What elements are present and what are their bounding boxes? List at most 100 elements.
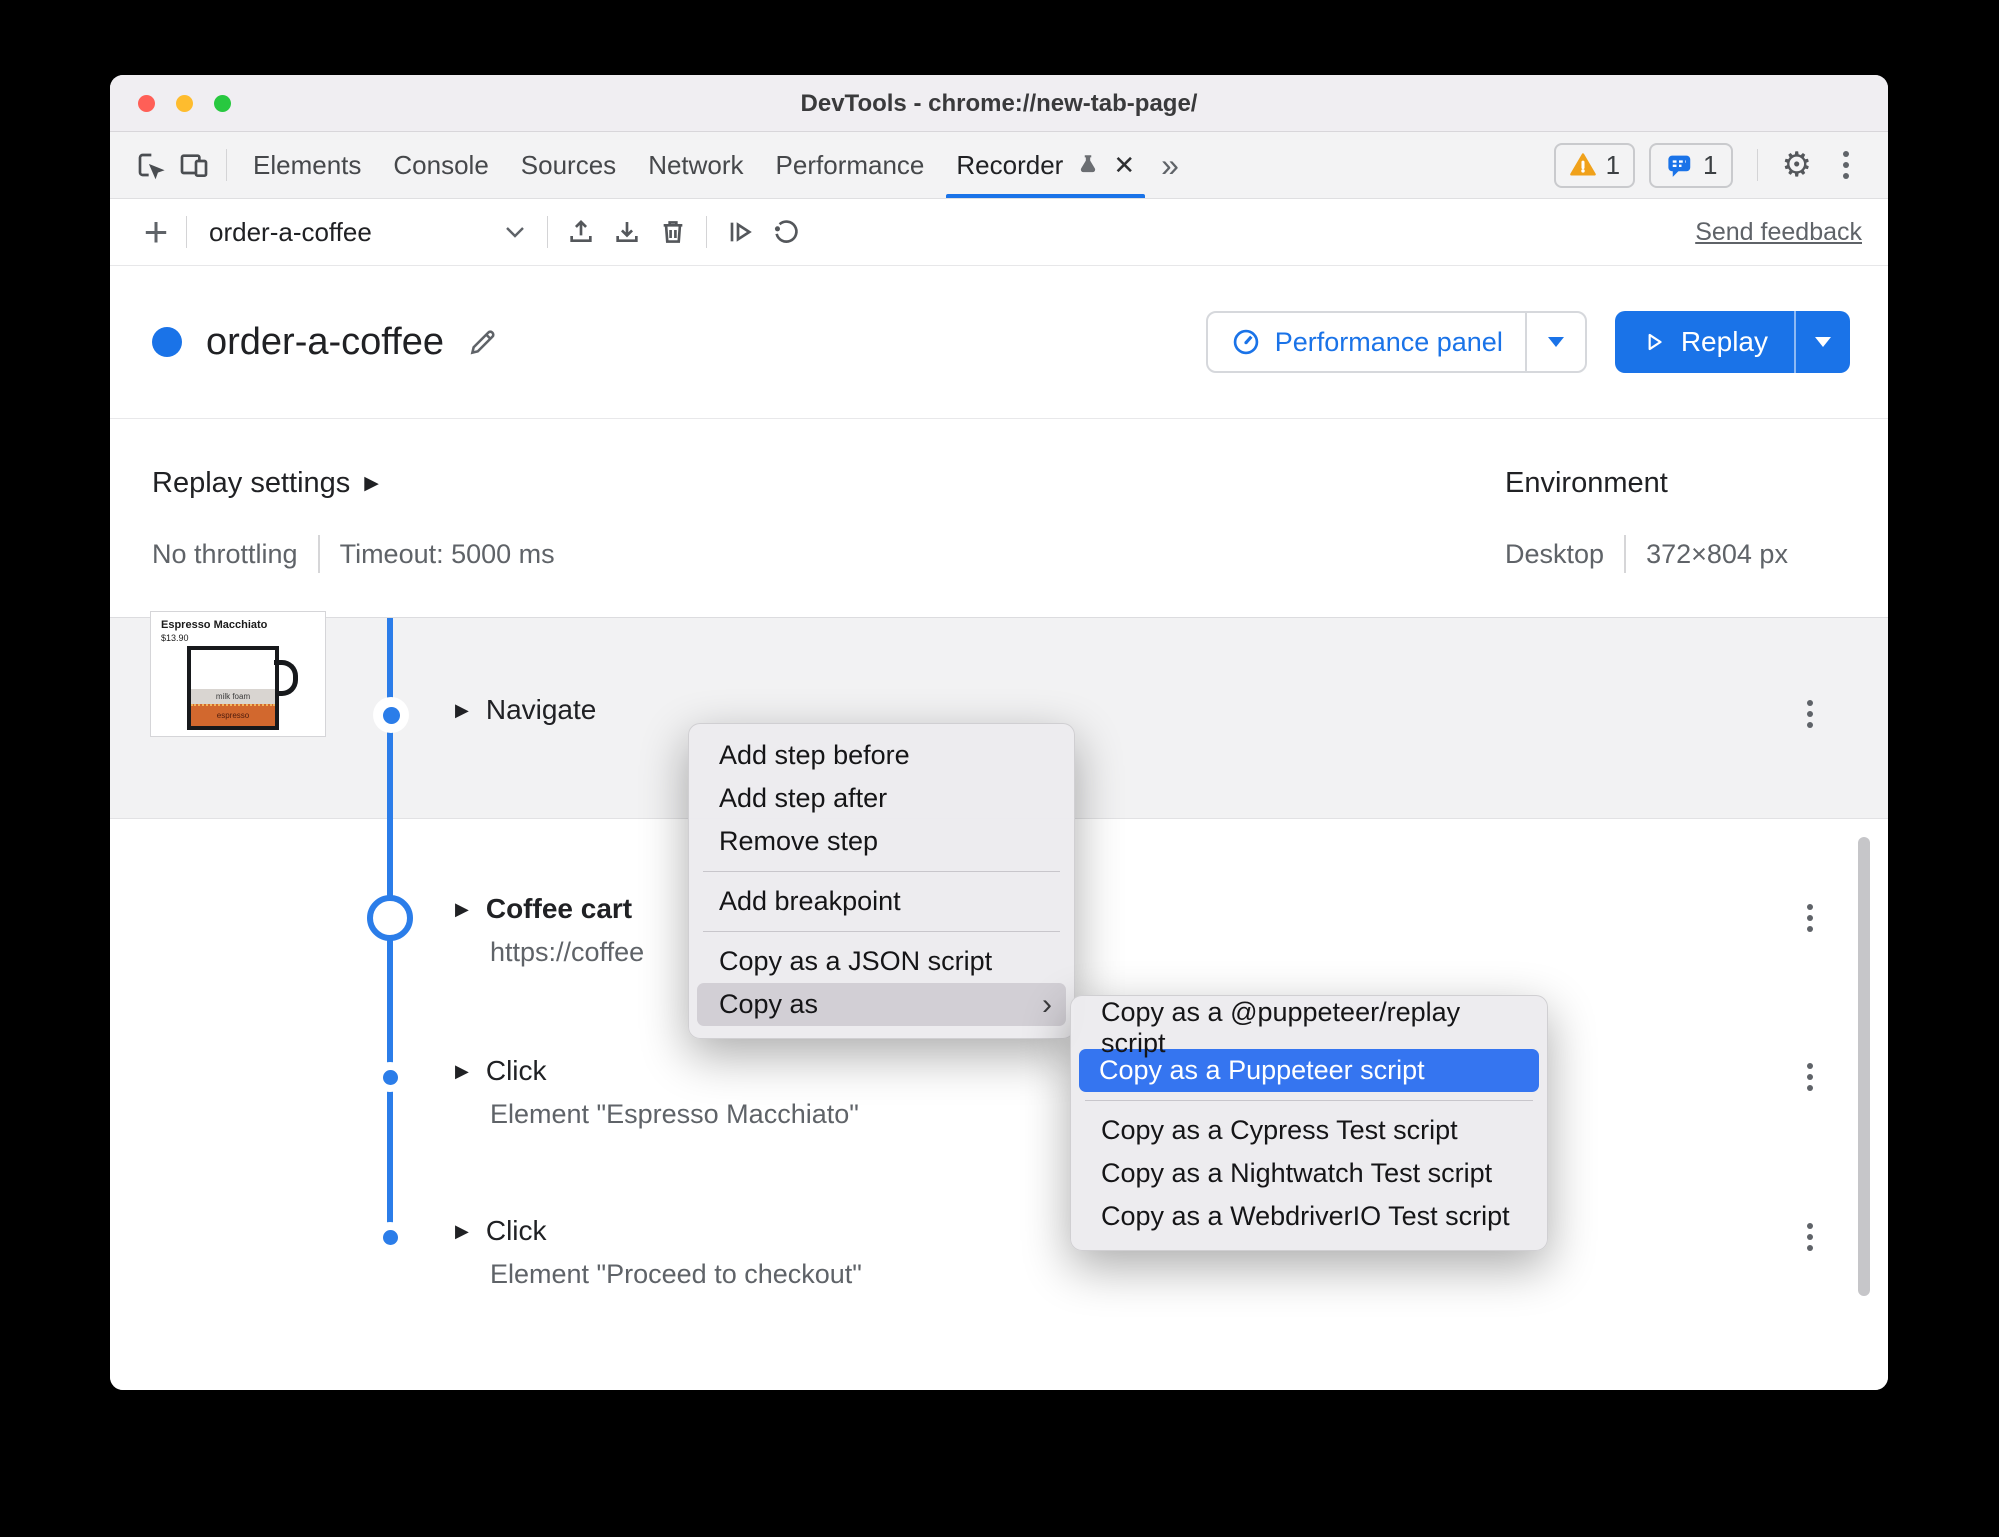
step-context-menu: Add step before Add step after Remove st… [688, 723, 1075, 1039]
espresso-layer: espresso [191, 703, 275, 726]
menu-item-add-step-before[interactable]: Add step before [689, 734, 1074, 777]
scrollbar-thumb[interactable] [1858, 837, 1870, 1296]
submenu-item-webdriverio[interactable]: Copy as a WebdriverIO Test script [1071, 1195, 1547, 1238]
step-row-click-checkout[interactable]: ▶ Click Element "Proceed to checkout" [455, 1215, 862, 1290]
copy-as-submenu: Copy as a @puppeteer/replay script Copy … [1070, 995, 1548, 1251]
step-title: Coffee cart [485, 893, 633, 924]
menu-item-copy-json[interactable]: Copy as a JSON script [689, 940, 1074, 983]
replay-recording-icon[interactable] [763, 209, 809, 255]
step-url: https://coffee [490, 937, 645, 967]
performance-panel-dropdown[interactable] [1527, 313, 1585, 371]
timeout-value: Timeout: 5000 ms [339, 538, 555, 569]
recorder-toolbar: + order-a-coffee Send feedback [110, 199, 1888, 266]
environment-values: Desktop 372×804 px [1505, 535, 1788, 573]
disclosure-triangle-icon[interactable]: ▶ [455, 1221, 469, 1242]
recording-select[interactable]: order-a-coffee [197, 217, 537, 248]
settings-section: Replay settings ▶ No throttling Timeout:… [110, 419, 1888, 617]
send-feedback-link[interactable]: Send feedback [1695, 218, 1862, 247]
step-menu-kebab-icon[interactable] [1790, 1055, 1830, 1099]
toolbar-separator [1756, 149, 1758, 181]
chevron-down-icon [506, 227, 524, 238]
timeline-dot-click-1 [375, 1062, 405, 1092]
tab-console[interactable]: Console [377, 132, 504, 198]
disclosure-triangle-icon[interactable]: ▶ [455, 899, 469, 920]
replay-settings-label: Replay settings [152, 467, 351, 499]
devtools-menu-kebab-icon[interactable] [1826, 143, 1866, 187]
tab-elements[interactable]: Elements [237, 132, 377, 198]
step-title: Click [485, 1055, 547, 1086]
menu-separator [1085, 1100, 1533, 1101]
delete-recording-icon[interactable] [650, 209, 696, 255]
environment-label: Environment [1505, 467, 1668, 499]
replay-button[interactable]: Replay [1614, 311, 1850, 373]
submenu-item-nightwatch[interactable]: Copy as a Nightwatch Test script [1071, 1152, 1547, 1195]
replay-settings-toggle[interactable]: Replay settings ▶ [152, 467, 379, 500]
active-tab-underline [946, 194, 1146, 198]
step-target-element: Element "Proceed to checkout" [490, 1259, 862, 1289]
disclosure-triangle-icon[interactable]: ▶ [455, 1061, 469, 1082]
toolbar-separator [186, 216, 187, 248]
menu-item-add-step-after[interactable]: Add step after [689, 777, 1074, 820]
tab-sources[interactable]: Sources [505, 132, 632, 198]
menu-item-remove-step[interactable]: Remove step [689, 820, 1074, 863]
recording-dot-icon [152, 327, 182, 357]
experiment-flask-icon [1075, 152, 1101, 178]
tab-performance[interactable]: Performance [760, 132, 941, 198]
value-separator [1624, 535, 1627, 573]
device-toolbar-icon[interactable] [172, 143, 216, 187]
disclosure-triangle-icon[interactable]: ▶ [455, 700, 469, 721]
step-by-step-replay-icon[interactable] [717, 209, 763, 255]
recording-header: order-a-coffee Performance panel Replay [110, 266, 1888, 419]
menu-separator [703, 931, 1060, 932]
step-menu-kebab-icon[interactable] [1790, 896, 1830, 940]
toolbar-separator [547, 216, 548, 248]
step-title: Click [485, 1215, 547, 1246]
import-recording-icon[interactable] [558, 209, 604, 255]
play-icon [1648, 333, 1662, 351]
tab-network[interactable]: Network [632, 132, 759, 198]
submenu-item-puppeteer-replay[interactable]: Copy as a @puppeteer/replay script [1071, 997, 1547, 1058]
warning-triangle-icon [1569, 153, 1596, 176]
tabbar-right-cluster: 1 1 ⚙ [1553, 142, 1866, 188]
edit-title-icon[interactable] [466, 325, 500, 359]
screenshot-stage: DevTools - chrome://new-tab-page/ Elemen… [0, 0, 1999, 1537]
step-screenshot-preview: Espresso Macchiato $13.90 milk foam espr… [150, 611, 326, 737]
settings-gear-icon[interactable]: ⚙ [1782, 148, 1812, 182]
devtools-window: DevTools - chrome://new-tab-page/ Elemen… [110, 75, 1888, 1390]
submenu-item-cypress[interactable]: Copy as a Cypress Test script [1071, 1109, 1547, 1152]
gauge-icon [1233, 329, 1258, 355]
preview-product-name: Espresso Macchiato [161, 619, 268, 631]
toolbar-separator [226, 149, 227, 181]
environment-device: Desktop [1505, 538, 1605, 569]
throttling-value: No throttling [152, 538, 298, 569]
value-separator [317, 535, 320, 573]
menu-item-add-breakpoint[interactable]: Add breakpoint [689, 880, 1074, 923]
add-recording-button[interactable]: + [136, 211, 176, 253]
export-recording-icon[interactable] [604, 209, 650, 255]
devtools-tabbar: Elements Console Sources Network Perform… [110, 132, 1888, 199]
preview-product-price: $13.90 [161, 632, 189, 643]
tab-recorder[interactable]: Recorder ✕ [940, 132, 1151, 198]
issues-badge[interactable]: 1 [1649, 142, 1733, 188]
environment-viewport: 372×804 px [1646, 538, 1788, 569]
step-row-coffee-cart[interactable]: ▶ Coffee cart https://coffee [455, 893, 644, 968]
inspect-element-icon[interactable] [128, 143, 172, 187]
submenu-arrow-icon: › [1042, 987, 1052, 1021]
menu-separator [703, 871, 1060, 872]
menu-item-copy-as[interactable]: Copy as › [697, 983, 1066, 1026]
recording-select-value: order-a-coffee [209, 216, 372, 247]
message-bubble-icon [1668, 155, 1691, 177]
warnings-badge[interactable]: 1 [1553, 142, 1636, 188]
performance-panel-button[interactable]: Performance panel [1205, 311, 1587, 373]
more-tabs-icon[interactable]: » [1161, 147, 1179, 184]
step-menu-kebab-icon[interactable] [1790, 692, 1830, 736]
replay-dropdown[interactable] [1796, 311, 1850, 373]
timeline-dot-navigate [373, 697, 409, 733]
toolbar-separator [706, 216, 707, 248]
step-row-navigate[interactable]: ▶ Navigate [455, 694, 596, 726]
step-row-click-espresso[interactable]: ▶ Click Element "Espresso Macchiato" [455, 1055, 859, 1130]
replay-settings-values: No throttling Timeout: 5000 ms [152, 535, 555, 573]
step-menu-kebab-icon[interactable] [1790, 1215, 1830, 1259]
step-target-element: Element "Espresso Macchiato" [490, 1099, 859, 1129]
close-recorder-tab-icon[interactable]: ✕ [1113, 150, 1135, 181]
